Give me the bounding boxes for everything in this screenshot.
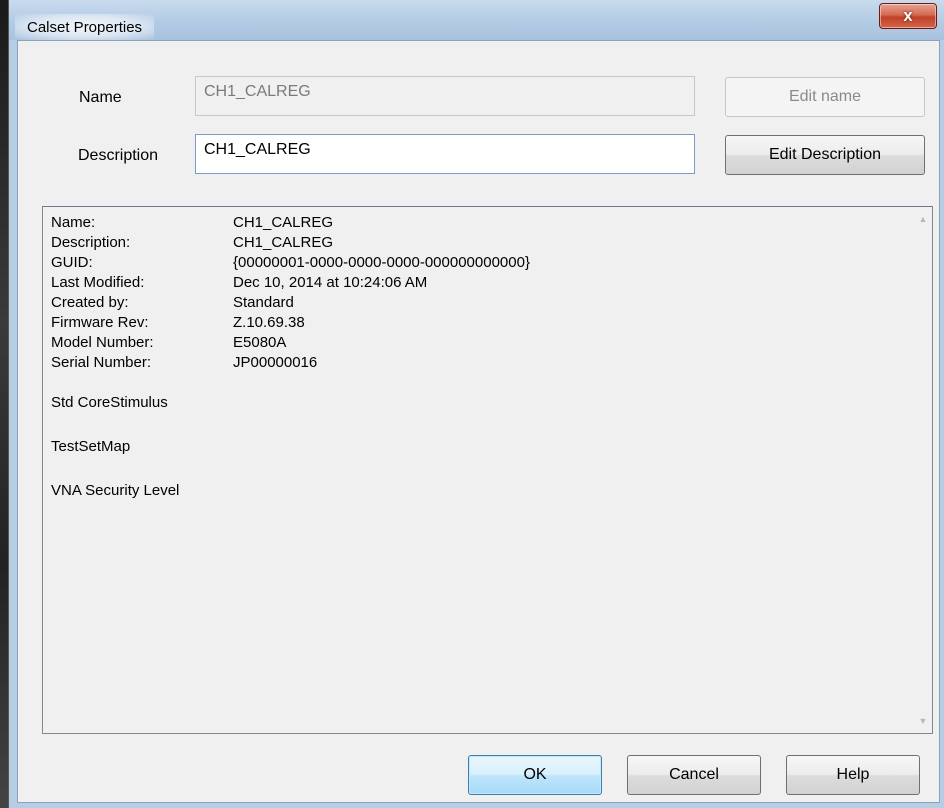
info-row-name: Name: CH1_CALREG [51, 214, 334, 231]
chevron-up-icon[interactable]: ▲ [914, 211, 932, 227]
calset-properties-dialog: Calset Properties x Name CH1_CALREG Edit… [8, 0, 944, 808]
info-row-model-number: Model Number: E5080A [51, 334, 287, 351]
properties-info: Name: CH1_CALREG Description: CH1_CALREG G… [51, 213, 891, 501]
info-row-serial-number: Serial Number: JP00000016 [51, 354, 318, 371]
description-field[interactable]: CH1_CALREG [195, 134, 695, 174]
edit-name-button: Edit name [725, 77, 925, 117]
info-row-created-by: Created by: Standard [51, 294, 294, 311]
window-title: Calset Properties [15, 14, 155, 40]
chevron-down-icon[interactable]: ▼ [914, 713, 932, 729]
name-field: CH1_CALREG [195, 76, 695, 116]
ok-button[interactable]: OK [468, 755, 602, 795]
vertical-scrollbar[interactable]: ▲ ▼ [914, 207, 932, 733]
edit-description-button[interactable]: Edit Description [725, 135, 925, 175]
info-row-firmware-rev: Firmware Rev: Z.10.69.38 [51, 314, 305, 331]
title-bar[interactable]: Calset Properties x [9, 0, 944, 40]
cancel-button[interactable]: Cancel [627, 755, 761, 795]
info-row-description: Description: CH1_CALREG [51, 234, 334, 251]
info-row-guid: GUID: {00000001-0000-0000-0000-0000000000… [51, 254, 530, 271]
properties-text-area[interactable]: Name: CH1_CALREG Description: CH1_CALREG G… [42, 206, 933, 734]
info-row-last-modified: Last Modified: Dec 10, 2014 at 10:24:06 A… [51, 274, 428, 291]
close-icon: x [903, 6, 913, 25]
description-label: Description [78, 147, 159, 164]
help-button[interactable]: Help [786, 755, 920, 795]
section-vna-security-level: VNA Security Level [51, 482, 180, 499]
name-label: Name [79, 89, 122, 106]
section-testsetmap: TestSetMap [51, 438, 131, 455]
close-button[interactable]: x [879, 3, 937, 29]
section-std-corestimulus: Std CoreStimulus [51, 394, 168, 411]
dialog-body: Name CH1_CALREG Edit name Description CH… [17, 40, 940, 803]
